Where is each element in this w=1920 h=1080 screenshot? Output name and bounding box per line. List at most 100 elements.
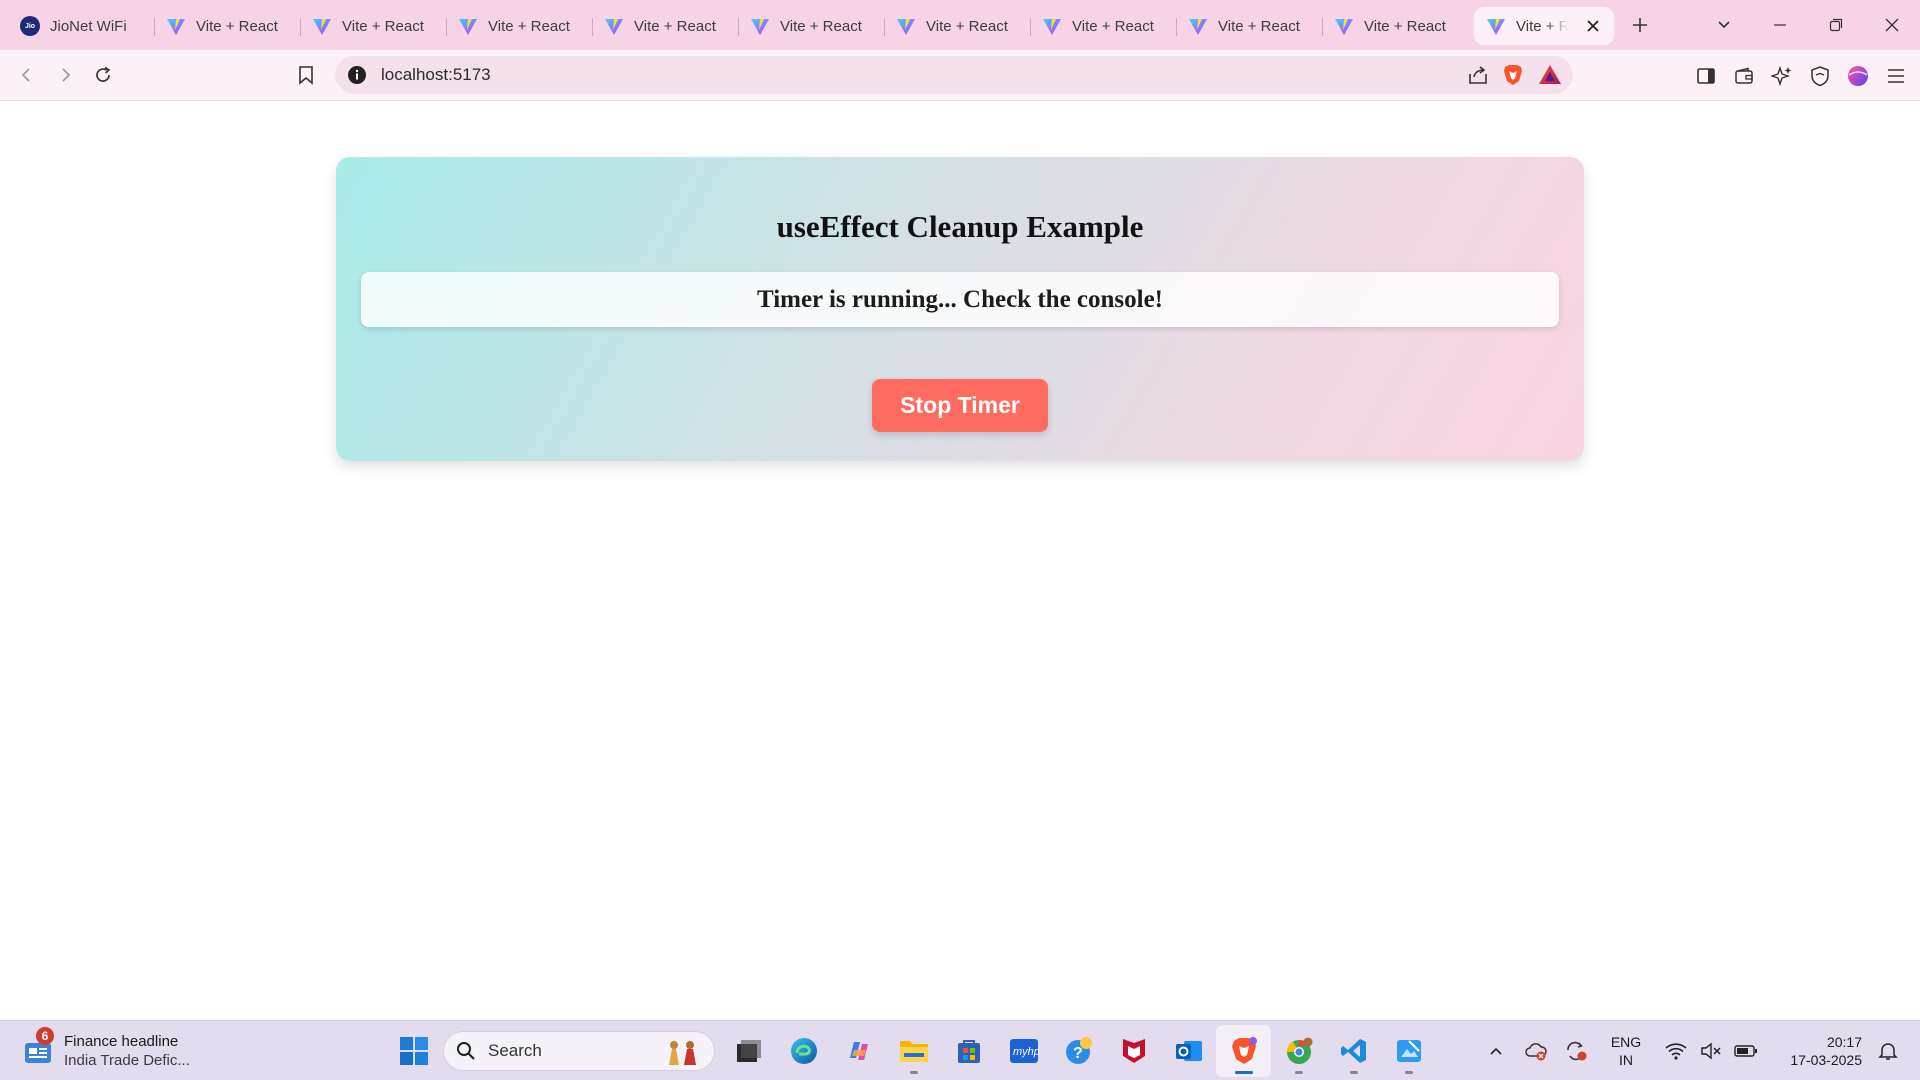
taskbar-vscode[interactable] <box>1326 1025 1381 1077</box>
outlook-icon <box>1175 1041 1202 1061</box>
news-badge: 6 <box>36 1027 54 1045</box>
windows-taskbar: 6 Finance headline India Trade Defic... … <box>0 1020 1920 1080</box>
stop-timer-button[interactable]: Stop Timer <box>872 379 1048 432</box>
tab-vite-active[interactable]: Vite + React <box>1474 7 1614 45</box>
plus-icon <box>1633 18 1647 32</box>
language-indicator[interactable]: ENG IN <box>1596 1033 1656 1069</box>
tab-label: Vite + React <box>1516 17 1568 35</box>
leo-ai-button[interactable] <box>1766 58 1798 94</box>
brave-rewards-icon[interactable] <box>1537 63 1563 87</box>
forward-button[interactable] <box>47 57 83 93</box>
running-indicator <box>1349 1071 1358 1074</box>
system-clock[interactable]: 20:17 17-03-2025 <box>1766 1033 1862 1069</box>
vite-icon <box>1043 19 1061 35</box>
tab-label: Vite + React <box>1072 17 1154 35</box>
chevron-up-icon <box>1490 1047 1502 1055</box>
taskbar-snipping[interactable] <box>1381 1025 1436 1077</box>
running-indicator <box>1404 1071 1413 1074</box>
vite-icon <box>1487 19 1505 35</box>
tray-update-button[interactable] <box>1556 1031 1596 1071</box>
copilot-icon <box>849 1042 868 1060</box>
news-text: Finance headline India Trade Defic... <box>64 1032 190 1070</box>
page-viewport: useEffect Cleanup Example Timer is runni… <box>0 102 1920 1020</box>
close-window-button[interactable] <box>1864 0 1920 50</box>
tab-search-button[interactable] <box>1696 0 1752 50</box>
taskbar-mylp[interactable]: myhp <box>996 1025 1051 1077</box>
show-hidden-icons-button[interactable] <box>1476 1031 1516 1071</box>
taskbar-file-explorer[interactable] <box>886 1025 941 1077</box>
tab-vite[interactable]: Vite + React <box>592 7 738 45</box>
site-info-icon[interactable] <box>347 65 367 85</box>
tab-label: Vite + React <box>926 17 1008 35</box>
taskbar-task-view[interactable] <box>721 1025 776 1077</box>
svg-text:myhp: myhp <box>1013 1046 1039 1058</box>
tab-vite[interactable]: Vite + React <box>738 7 884 45</box>
chrome-icon <box>1286 1037 1312 1064</box>
tab-vite[interactable]: Vite + React <box>1322 7 1468 45</box>
tab-label: Vite + React <box>1218 17 1300 35</box>
profile-button[interactable] <box>1842 58 1874 94</box>
bookmark-icon <box>299 66 313 85</box>
jio-logo-text: Jio <box>24 22 36 30</box>
bookmark-button[interactable] <box>288 57 324 93</box>
wifi-button[interactable] <box>1656 1031 1696 1071</box>
news-subtitle: India Trade Defic... <box>64 1052 190 1069</box>
address-bar[interactable]: localhost:5173 <box>335 56 1573 94</box>
vite-icon <box>897 19 915 35</box>
page-title: useEffect Cleanup Example <box>776 209 1144 244</box>
taskbar-search[interactable]: Search <box>443 1031 715 1071</box>
taskbar-store[interactable] <box>941 1025 996 1077</box>
wallet-icon <box>1735 67 1753 84</box>
tab-list: Jio JioNet WiFi Vite + React Vite + Reac… <box>0 0 1660 50</box>
minimize-button[interactable] <box>1752 0 1808 50</box>
toolbar-actions <box>1690 50 1912 101</box>
news-widget[interactable]: 6 Finance headline India Trade Defic... <box>22 1027 190 1074</box>
vpn-button[interactable] <box>1804 58 1836 94</box>
taskbar-mcafee[interactable] <box>1106 1025 1161 1077</box>
notifications-button[interactable] <box>1868 1031 1908 1071</box>
close-icon <box>1885 18 1899 32</box>
folder-icon <box>899 1041 928 1062</box>
svg-text:?: ? <box>1073 1045 1083 1062</box>
volume-button[interactable] <box>1696 1031 1726 1071</box>
menu-button[interactable] <box>1880 58 1912 94</box>
taskbar-brave[interactable] <box>1216 1025 1271 1077</box>
tab-label: Vite + React <box>196 17 278 35</box>
tray-cloud-button[interactable] <box>1516 1031 1556 1071</box>
language-region: IN <box>1619 1052 1633 1068</box>
vite-icon <box>459 19 477 35</box>
tab-vite[interactable]: Vite + React <box>1176 7 1322 45</box>
reload-button[interactable] <box>85 57 121 93</box>
cloud-sync-icon <box>1525 1043 1547 1061</box>
tab-vite[interactable]: Vite + React <box>884 7 1030 45</box>
start-button[interactable] <box>386 1025 441 1077</box>
new-tab-button[interactable] <box>1620 5 1660 45</box>
share-icon[interactable] <box>1467 64 1489 86</box>
wallet-button[interactable] <box>1728 58 1760 94</box>
taskbar-edge[interactable] <box>776 1025 831 1077</box>
brave-shields-icon[interactable] <box>1501 63 1525 87</box>
sidebar-toggle-button[interactable] <box>1690 58 1722 94</box>
wifi-icon <box>1665 1043 1687 1060</box>
tab-vite[interactable]: Vite + React <box>446 7 592 45</box>
close-tab-icon[interactable] <box>1584 17 1602 35</box>
tab-label: Vite + React <box>1364 17 1446 35</box>
clock-date: 17-03-2025 <box>1790 1052 1862 1068</box>
tab-vite[interactable]: Vite + React <box>1030 7 1176 45</box>
taskbar-outlook[interactable] <box>1161 1025 1216 1077</box>
back-button[interactable] <box>9 57 45 93</box>
vite-icon <box>1189 19 1207 35</box>
restore-button[interactable] <box>1808 0 1864 50</box>
task-view-icon <box>736 1040 761 1062</box>
battery-button[interactable] <box>1726 1031 1766 1071</box>
arrow-right-icon <box>62 68 71 82</box>
tab-jionet[interactable]: Jio JioNet WiFi <box>8 7 154 45</box>
mcafee-icon <box>1122 1039 1145 1063</box>
tab-vite[interactable]: Vite + React <box>154 7 300 45</box>
tab-strip: Jio JioNet WiFi Vite + React Vite + Reac… <box>0 0 1920 50</box>
taskbar-chrome[interactable] <box>1271 1025 1326 1077</box>
tab-vite[interactable]: Vite + React <box>300 7 446 45</box>
taskbar-help[interactable]: ? <box>1051 1025 1106 1077</box>
window-controls <box>1696 0 1920 50</box>
taskbar-copilot[interactable] <box>831 1025 886 1077</box>
